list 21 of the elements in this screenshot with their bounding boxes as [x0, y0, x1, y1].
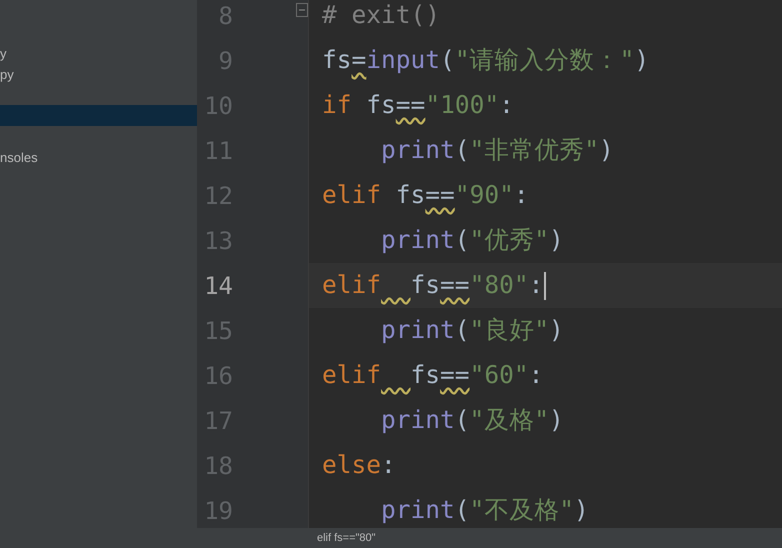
- code-line: print("良好"): [380, 314, 564, 346]
- file-name: py: [0, 66, 14, 84]
- code-line: fs=input("请输入分数："): [322, 44, 650, 76]
- tree-item[interactable]: y: [0, 43, 197, 64]
- fold-icon[interactable]: [296, 3, 308, 17]
- code-line: # exit(): [322, 0, 440, 32]
- code-line: print("不及格"): [380, 494, 589, 526]
- tree-item[interactable]: py: [0, 64, 197, 85]
- code-line: elif fs=="80":: [322, 269, 544, 302]
- code-line: print("及格"): [380, 404, 564, 436]
- tree-item[interactable]: nsoles: [0, 147, 197, 168]
- file-name: nsoles: [0, 148, 38, 167]
- code-line: if fs=="100":: [322, 89, 514, 122]
- breadcrumb[interactable]: elif fs=="80": [317, 530, 376, 546]
- code-line: print("优秀"): [380, 224, 564, 256]
- code-line: elif fs=="60":: [322, 359, 544, 392]
- line-number: 14: [203, 270, 233, 302]
- code-line: elif fs=="90":: [322, 179, 529, 212]
- code-line: print("非常优秀"): [380, 134, 614, 166]
- file-name: y: [0, 44, 6, 63]
- code-line: else:: [322, 449, 396, 482]
